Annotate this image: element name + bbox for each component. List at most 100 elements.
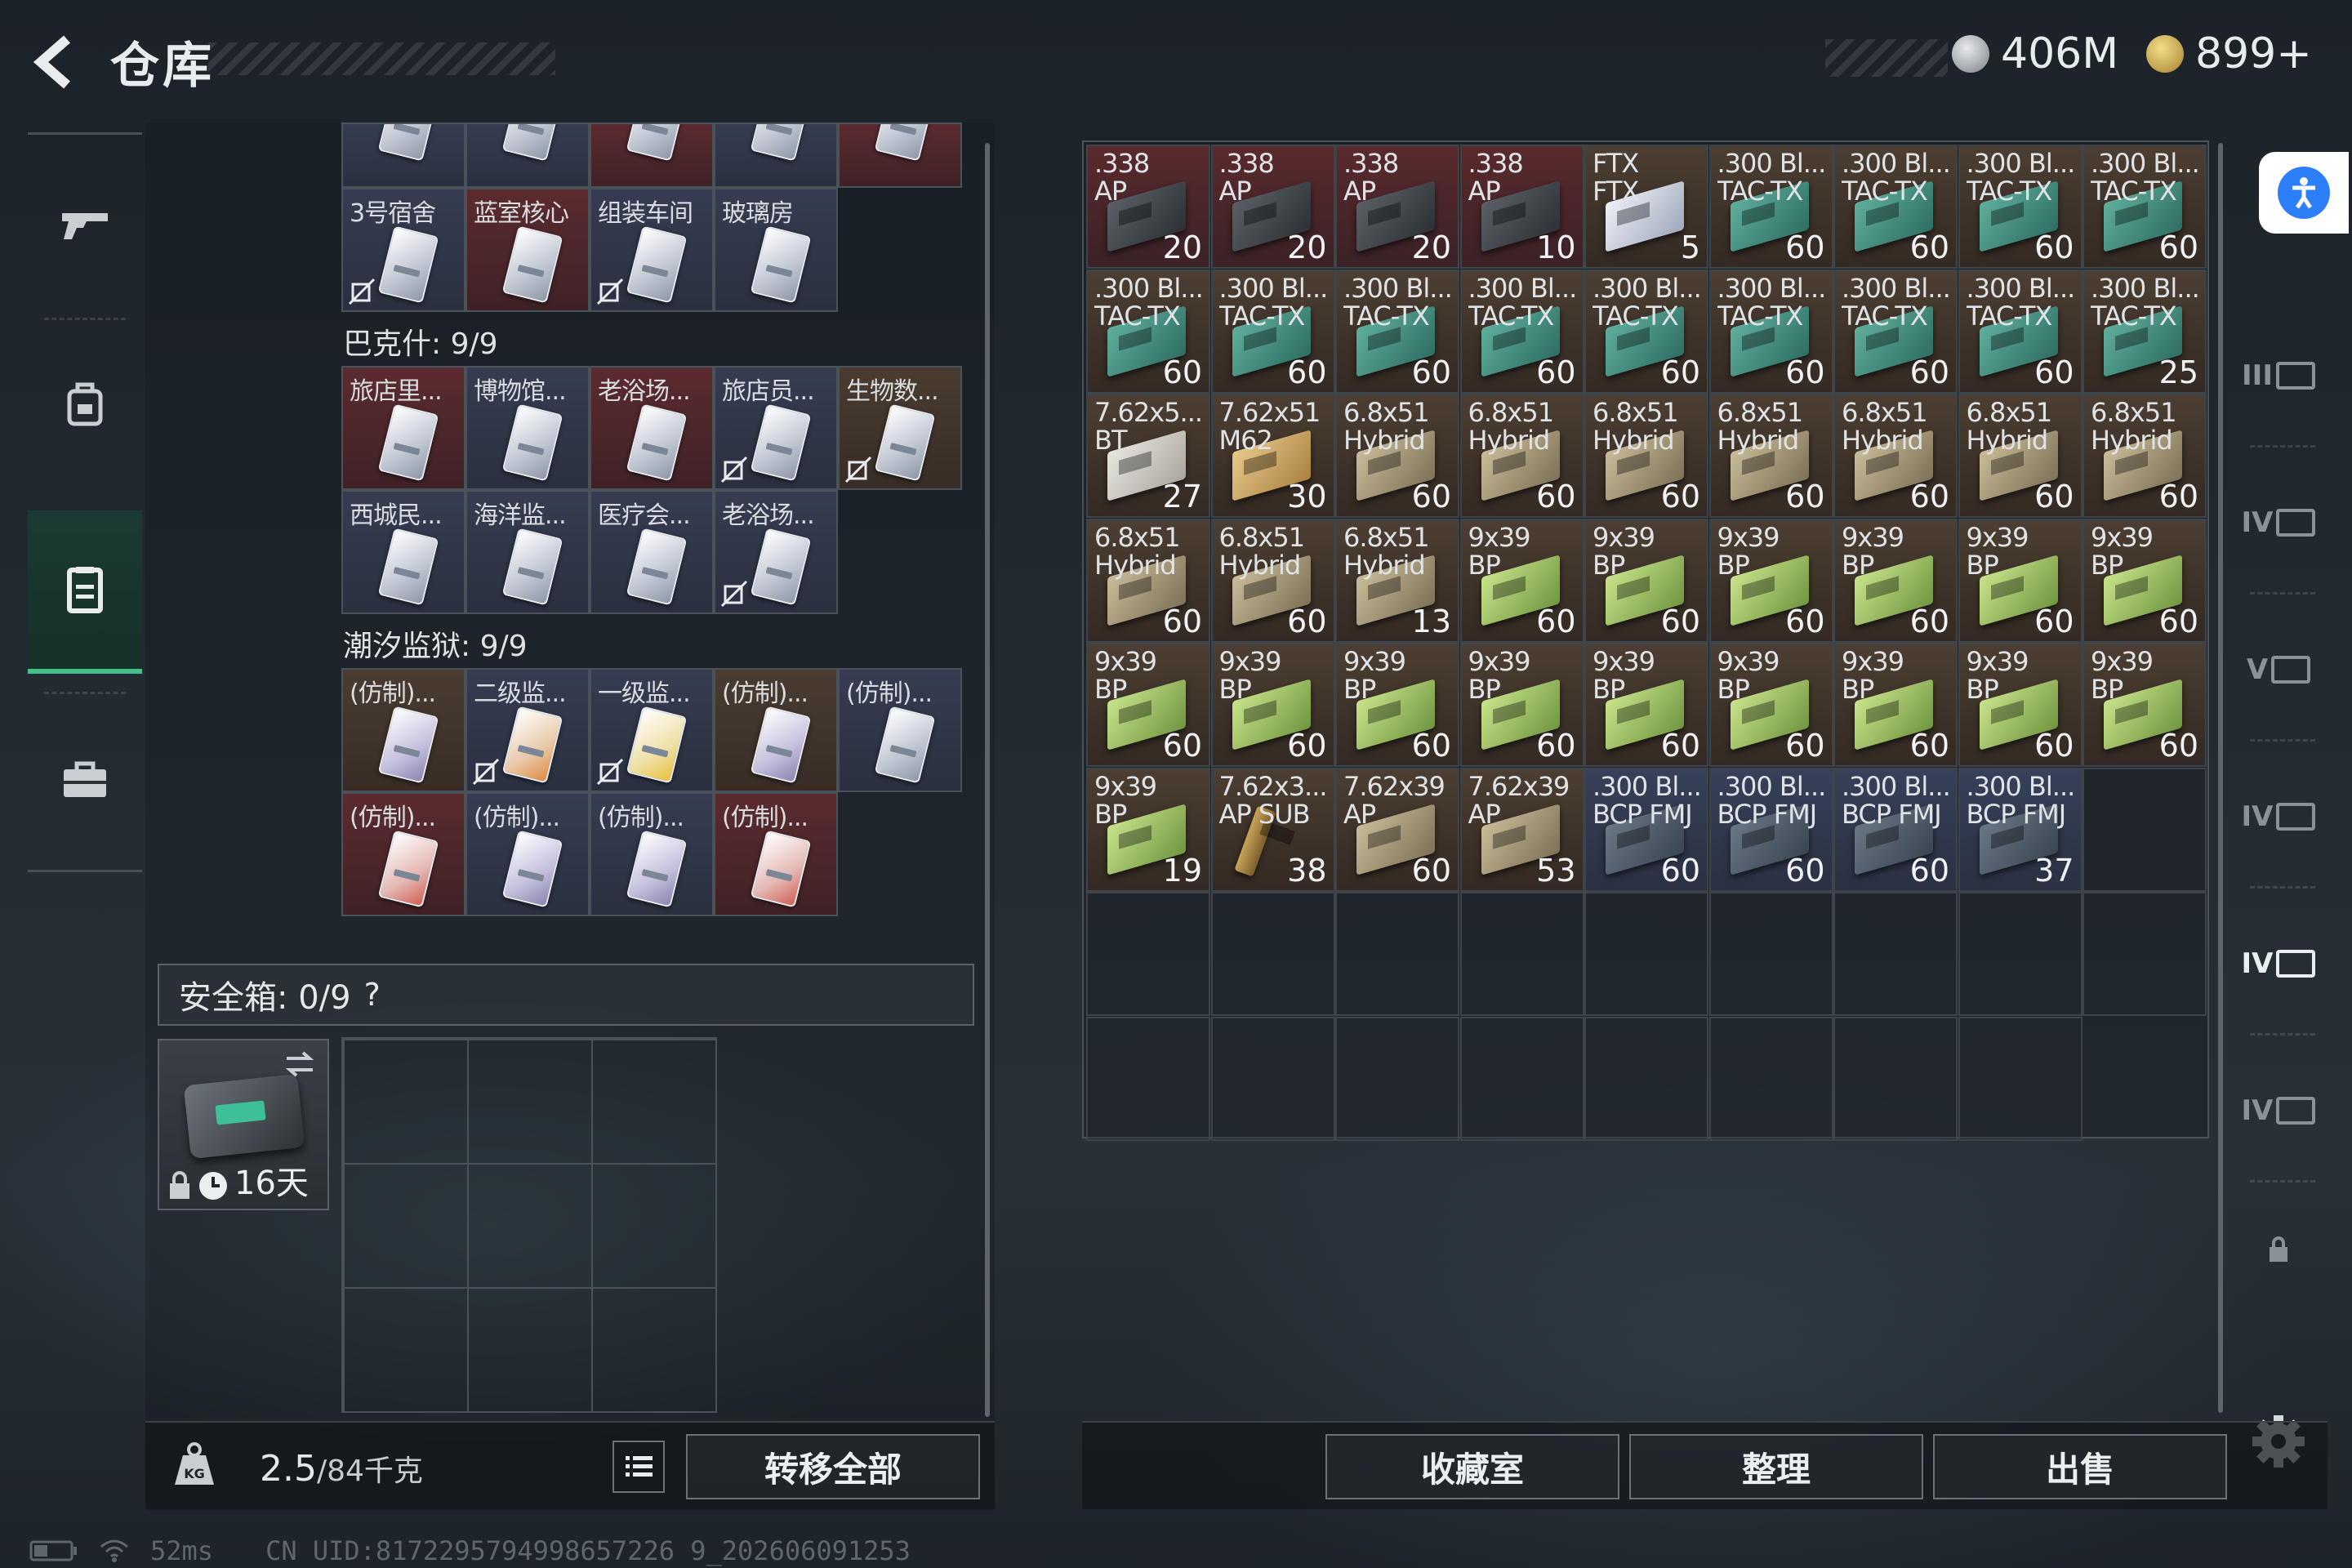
ammo-item[interactable]: 9x39 BP 60 (1086, 643, 1210, 767)
ammo-item[interactable]: 9x39 BP 60 (1459, 518, 1584, 643)
keycard-item[interactable]: 海洋监... (466, 490, 590, 614)
ammo-item[interactable]: .300 Bl... BCP FMJ 60 (1833, 767, 1958, 892)
keycard-item[interactable]: 3号宿舍 (341, 188, 466, 312)
collection-room-button[interactable]: 收藏室 (1325, 1434, 1619, 1499)
ammo-item[interactable]: .300 Bl... TAC-TX 60 (1708, 269, 1833, 394)
ammo-item[interactable]: 6.8x51 Hybrid 60 (1086, 518, 1210, 643)
empty-slot[interactable] (1335, 892, 1459, 1016)
safe-container-item[interactable]: 16天 (158, 1039, 329, 1210)
storage-tab[interactable]: IV (2234, 780, 2323, 853)
safe-box-slots[interactable] (341, 1037, 717, 1413)
keycard-item[interactable]: (仿制)... (341, 668, 466, 792)
keycard-item[interactable] (466, 122, 590, 188)
tab-storage[interactable] (28, 510, 142, 674)
empty-slot[interactable] (1708, 892, 1833, 1016)
storage-tab[interactable]: V (2234, 633, 2323, 706)
empty-slot[interactable] (1958, 892, 2082, 1016)
empty-slot[interactable] (1086, 892, 1210, 1016)
empty-slot[interactable] (1584, 892, 1708, 1016)
empty-slot[interactable] (1833, 1016, 1958, 1141)
ammo-item[interactable]: .300 Bl... TAC-TX 60 (1584, 269, 1708, 394)
keycard-item[interactable]: 蓝室核心 (466, 188, 590, 312)
ammo-item[interactable]: .300 Bl... TAC-TX 25 (2082, 269, 2207, 394)
keycard-item[interactable]: 西城民... (341, 490, 466, 614)
ammo-item[interactable]: 7.62x39 AP 53 (1459, 767, 1584, 892)
keycard-item[interactable]: 医疗会... (590, 490, 714, 614)
ammo-item[interactable]: FTX FTX 5 (1584, 145, 1708, 269)
currency-coins[interactable]: 406M (1952, 29, 2118, 78)
storage-tab[interactable]: III (2234, 339, 2323, 412)
tab-loadout[interactable] (28, 698, 142, 862)
ammo-item[interactable]: 7.62x3... AP SUB 38 (1210, 767, 1335, 892)
locked-tab[interactable] (2234, 1213, 2323, 1286)
currency-premium[interactable]: 899+ (2146, 29, 2312, 78)
empty-slot[interactable] (1086, 1016, 1210, 1141)
keycard-item[interactable] (838, 122, 962, 188)
keycard-item[interactable]: (仿制)... (466, 792, 590, 916)
keycard-item[interactable]: 老浴场... (590, 366, 714, 490)
ammo-item[interactable]: .300 Bl... TAC-TX 60 (1958, 269, 2082, 394)
ammo-item[interactable]: .338 AP 20 (1210, 145, 1335, 269)
sort-button[interactable]: 整理 (1629, 1434, 1923, 1499)
back-arrow-icon[interactable] (24, 29, 90, 95)
ammo-item[interactable]: .300 Bl... TAC-TX 60 (2082, 145, 2207, 269)
keycard-item[interactable]: (仿制)... (590, 792, 714, 916)
keycard-item[interactable]: 二级监... (466, 668, 590, 792)
keycard-item[interactable]: (仿制)... (341, 792, 466, 916)
ammo-item[interactable]: 9x39 BP 60 (2082, 643, 2207, 767)
ammo-item[interactable]: .300 Bl... BCP FMJ 60 (1708, 767, 1833, 892)
keycard-item[interactable]: 旅店里... (341, 366, 466, 490)
ammo-item[interactable]: .338 AP 20 (1335, 145, 1459, 269)
ammo-item[interactable]: 7.62x51 M62 30 (1210, 394, 1335, 518)
ammo-item[interactable]: 6.8x51 Hybrid 60 (1833, 394, 1958, 518)
ammo-item[interactable]: .300 Bl... TAC-TX 60 (1086, 269, 1210, 394)
ammo-item[interactable]: .338 AP 20 (1086, 145, 1210, 269)
tab-backpack[interactable] (28, 323, 142, 486)
empty-slot[interactable] (1459, 892, 1584, 1016)
ammo-item[interactable]: 9x39 BP 60 (1958, 518, 2082, 643)
keycard-item[interactable]: 一级监... (590, 668, 714, 792)
left-scrollbar[interactable] (985, 143, 990, 1417)
keycard-item[interactable]: 旅店员... (714, 366, 838, 490)
ammo-item[interactable]: .300 Bl... TAC-TX 60 (1459, 269, 1584, 394)
empty-slot[interactable] (2082, 892, 2207, 1016)
empty-slot[interactable] (2082, 767, 2207, 892)
keycard-item[interactable]: 玻璃房 (714, 188, 838, 312)
empty-slot[interactable] (1335, 1016, 1459, 1141)
sell-button[interactable]: 出售 (1933, 1434, 2227, 1499)
keycard-item[interactable] (341, 122, 466, 188)
empty-slot[interactable] (1833, 892, 1958, 1016)
ammo-item[interactable]: 9x39 BP 60 (1584, 643, 1708, 767)
transfer-all-button[interactable]: 转移全部 (686, 1434, 980, 1499)
storage-scrollbar[interactable] (2218, 143, 2223, 1413)
swap-icon[interactable] (283, 1050, 316, 1078)
ammo-item[interactable]: .338 AP 10 (1459, 145, 1584, 269)
help-icon[interactable]: ? (364, 977, 381, 1013)
ammo-item[interactable]: 7.62x39 AP 60 (1335, 767, 1459, 892)
tab-weapons[interactable] (28, 143, 142, 306)
ammo-item[interactable]: 6.8x51 Hybrid 60 (2082, 394, 2207, 518)
ammo-item[interactable]: 6.8x51 Hybrid 60 (1708, 394, 1833, 518)
ammo-item[interactable]: .300 Bl... BCP FMJ 60 (1584, 767, 1708, 892)
ammo-item[interactable]: .300 Bl... TAC-TX 60 (1958, 145, 2082, 269)
keycard-item[interactable]: 组装车间 (590, 188, 714, 312)
ammo-item[interactable]: .300 Bl... TAC-TX 60 (1335, 269, 1459, 394)
list-view-button[interactable] (612, 1441, 665, 1493)
keycard-item[interactable]: 博物馆... (466, 366, 590, 490)
ammo-item[interactable]: .300 Bl... TAC-TX 60 (1708, 145, 1833, 269)
ammo-item[interactable]: .300 Bl... TAC-TX 60 (1833, 145, 1958, 269)
keycard-item[interactable]: 老浴场... (714, 490, 838, 614)
ammo-item[interactable]: 6.8x51 Hybrid 60 (1335, 394, 1459, 518)
ammo-item[interactable]: 7.62x5... BT 27 (1086, 394, 1210, 518)
ammo-item[interactable]: .300 Bl... TAC-TX 60 (1210, 269, 1335, 394)
storage-tab[interactable]: IV (2234, 927, 2323, 1000)
keycard-item[interactable]: (仿制)... (838, 668, 962, 792)
ammo-item[interactable]: 6.8x51 Hybrid 60 (1459, 394, 1584, 518)
ammo-item[interactable]: 6.8x51 Hybrid 13 (1335, 518, 1459, 643)
ammo-item[interactable]: 9x39 BP 60 (1708, 643, 1833, 767)
empty-slot[interactable] (1210, 892, 1335, 1016)
ammo-item[interactable]: 9x39 BP 60 (1584, 518, 1708, 643)
ammo-item[interactable]: 6.8x51 Hybrid 60 (1210, 518, 1335, 643)
ammo-item[interactable]: 9x39 BP 60 (1335, 643, 1459, 767)
ammo-item[interactable]: .300 Bl... TAC-TX 60 (1833, 269, 1958, 394)
